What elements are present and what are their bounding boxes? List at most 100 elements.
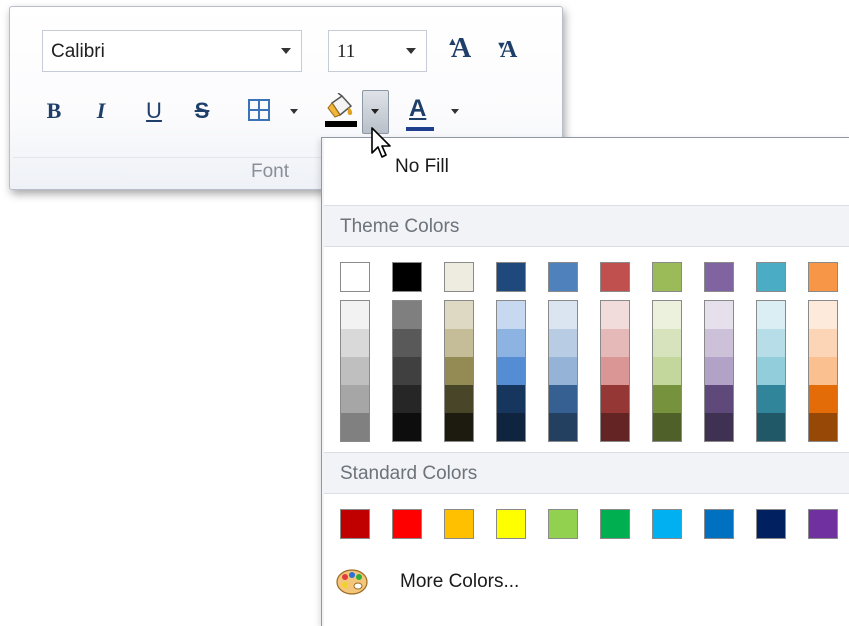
theme-shade-swatch[interactable] <box>705 301 733 329</box>
theme-shade-column <box>756 300 786 442</box>
theme-color-swatch[interactable] <box>756 262 786 292</box>
bold-button[interactable]: B <box>38 93 70 129</box>
standard-color-swatch[interactable] <box>548 509 578 539</box>
theme-shade-swatch[interactable] <box>341 413 369 441</box>
standard-color-swatch[interactable] <box>652 509 682 539</box>
font-color-button[interactable]: A <box>403 93 467 133</box>
theme-shade-swatch[interactable] <box>809 329 837 357</box>
font-name-combo[interactable]: Calibri <box>42 30 302 72</box>
theme-shade-swatch[interactable] <box>549 329 577 357</box>
theme-shade-swatch[interactable] <box>497 385 525 413</box>
theme-shade-swatch[interactable] <box>705 385 733 413</box>
theme-shade-swatch[interactable] <box>445 329 473 357</box>
fill-color-icon <box>323 92 359 129</box>
no-fill-item[interactable]: No Fill <box>395 156 449 178</box>
caret-up-icon: ▲ <box>447 36 458 48</box>
theme-shade-swatch[interactable] <box>497 329 525 357</box>
theme-shade-swatch[interactable] <box>653 413 681 441</box>
palette-icon <box>336 568 368 596</box>
more-colors-item[interactable]: More Colors... <box>336 566 596 602</box>
theme-color-swatch[interactable] <box>496 262 526 292</box>
theme-shade-swatch[interactable] <box>653 329 681 357</box>
italic-button[interactable]: I <box>85 93 117 129</box>
standard-color-swatch[interactable] <box>600 509 630 539</box>
theme-color-swatch[interactable] <box>340 262 370 292</box>
theme-color-swatch[interactable] <box>392 262 422 292</box>
theme-shade-swatch[interactable] <box>497 357 525 385</box>
standard-color-swatch[interactable] <box>444 509 474 539</box>
theme-shade-column <box>704 300 734 442</box>
shrink-font-button[interactable]: ▼ A <box>496 37 517 64</box>
strikethrough-button[interactable]: S <box>186 93 218 129</box>
theme-shade-swatch[interactable] <box>445 413 473 441</box>
theme-shade-swatch[interactable] <box>757 385 785 413</box>
theme-shade-swatch[interactable] <box>757 413 785 441</box>
theme-color-swatch[interactable] <box>704 262 734 292</box>
theme-shade-swatch[interactable] <box>653 357 681 385</box>
font-color-letter: A <box>409 95 427 122</box>
theme-color-swatch[interactable] <box>652 262 682 292</box>
theme-shade-swatch[interactable] <box>445 357 473 385</box>
theme-shade-swatch[interactable] <box>809 301 837 329</box>
standard-color-swatch[interactable] <box>496 509 526 539</box>
theme-color-swatch[interactable] <box>444 262 474 292</box>
grow-font-button[interactable]: ▲ A <box>447 33 471 65</box>
theme-shade-swatch[interactable] <box>393 385 421 413</box>
theme-shade-swatch[interactable] <box>393 357 421 385</box>
chevron-down-icon <box>451 109 459 114</box>
theme-shade-swatch[interactable] <box>497 301 525 329</box>
theme-shade-swatch[interactable] <box>705 329 733 357</box>
theme-shade-swatch[interactable] <box>393 329 421 357</box>
theme-shade-column <box>600 300 630 442</box>
theme-shade-swatch[interactable] <box>809 357 837 385</box>
theme-shade-column <box>652 300 682 442</box>
theme-shade-swatch[interactable] <box>809 385 837 413</box>
theme-shade-swatch[interactable] <box>705 413 733 441</box>
theme-shade-column <box>444 300 474 442</box>
font-name-value: Calibri <box>51 41 105 62</box>
theme-shade-swatch[interactable] <box>341 385 369 413</box>
chevron-down-icon <box>281 48 291 54</box>
standard-color-swatch[interactable] <box>340 509 370 539</box>
standard-color-swatch[interactable] <box>808 509 838 539</box>
font-color-bar <box>406 127 434 131</box>
theme-shade-swatch[interactable] <box>601 385 629 413</box>
theme-shade-swatch[interactable] <box>549 413 577 441</box>
more-colors-label: More Colors... <box>400 571 520 592</box>
theme-shade-swatch[interactable] <box>549 357 577 385</box>
theme-shade-swatch[interactable] <box>497 413 525 441</box>
standard-color-swatch[interactable] <box>756 509 786 539</box>
theme-shade-swatch[interactable] <box>601 301 629 329</box>
theme-shade-swatch[interactable] <box>653 301 681 329</box>
theme-shade-swatch[interactable] <box>757 301 785 329</box>
theme-shade-swatch[interactable] <box>445 385 473 413</box>
theme-shade-swatch[interactable] <box>601 329 629 357</box>
theme-shade-swatch[interactable] <box>549 385 577 413</box>
theme-shade-swatch[interactable] <box>549 301 577 329</box>
theme-shade-swatch[interactable] <box>341 301 369 329</box>
font-size-combo[interactable]: 11 <box>328 30 427 72</box>
standard-color-swatch[interactable] <box>392 509 422 539</box>
chevron-down-icon <box>290 109 298 114</box>
borders-button[interactable] <box>244 97 306 127</box>
theme-shade-swatch[interactable] <box>341 357 369 385</box>
theme-shade-swatch[interactable] <box>445 301 473 329</box>
theme-color-swatch[interactable] <box>600 262 630 292</box>
theme-color-swatch[interactable] <box>808 262 838 292</box>
theme-shade-swatch[interactable] <box>393 413 421 441</box>
underline-button[interactable]: U <box>138 93 170 129</box>
standard-colors-header: Standard Colors <box>324 452 849 494</box>
theme-shade-swatch[interactable] <box>705 357 733 385</box>
theme-shade-swatch[interactable] <box>601 357 629 385</box>
chevron-down-icon <box>406 48 416 54</box>
theme-shade-swatch[interactable] <box>757 329 785 357</box>
theme-shade-swatch[interactable] <box>757 357 785 385</box>
theme-shade-swatch[interactable] <box>653 385 681 413</box>
theme-shade-swatch[interactable] <box>809 413 837 441</box>
caret-down-icon: ▼ <box>496 40 507 52</box>
standard-color-swatch[interactable] <box>704 509 734 539</box>
theme-shade-swatch[interactable] <box>393 301 421 329</box>
theme-shade-swatch[interactable] <box>601 413 629 441</box>
theme-shade-swatch[interactable] <box>341 329 369 357</box>
theme-color-swatch[interactable] <box>548 262 578 292</box>
